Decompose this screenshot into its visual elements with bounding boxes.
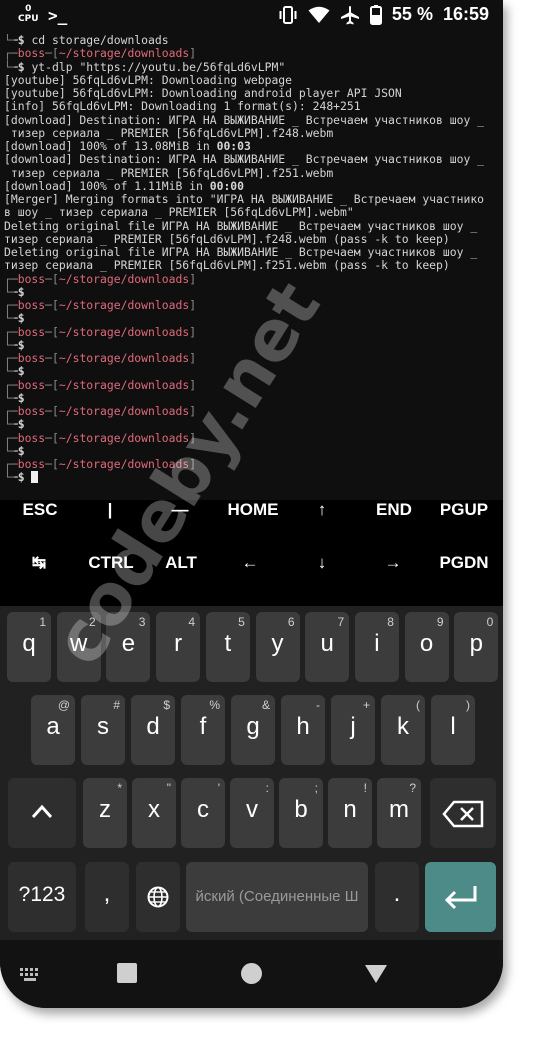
- phone-screen: 0 CPU >_ 55 % 16:59 └╼$ cd storage/downl…: [0, 0, 503, 1008]
- svg-text:codeby.net: codeby.net: [37, 268, 336, 679]
- codeby-watermark: codeby.net: [37, 268, 336, 679]
